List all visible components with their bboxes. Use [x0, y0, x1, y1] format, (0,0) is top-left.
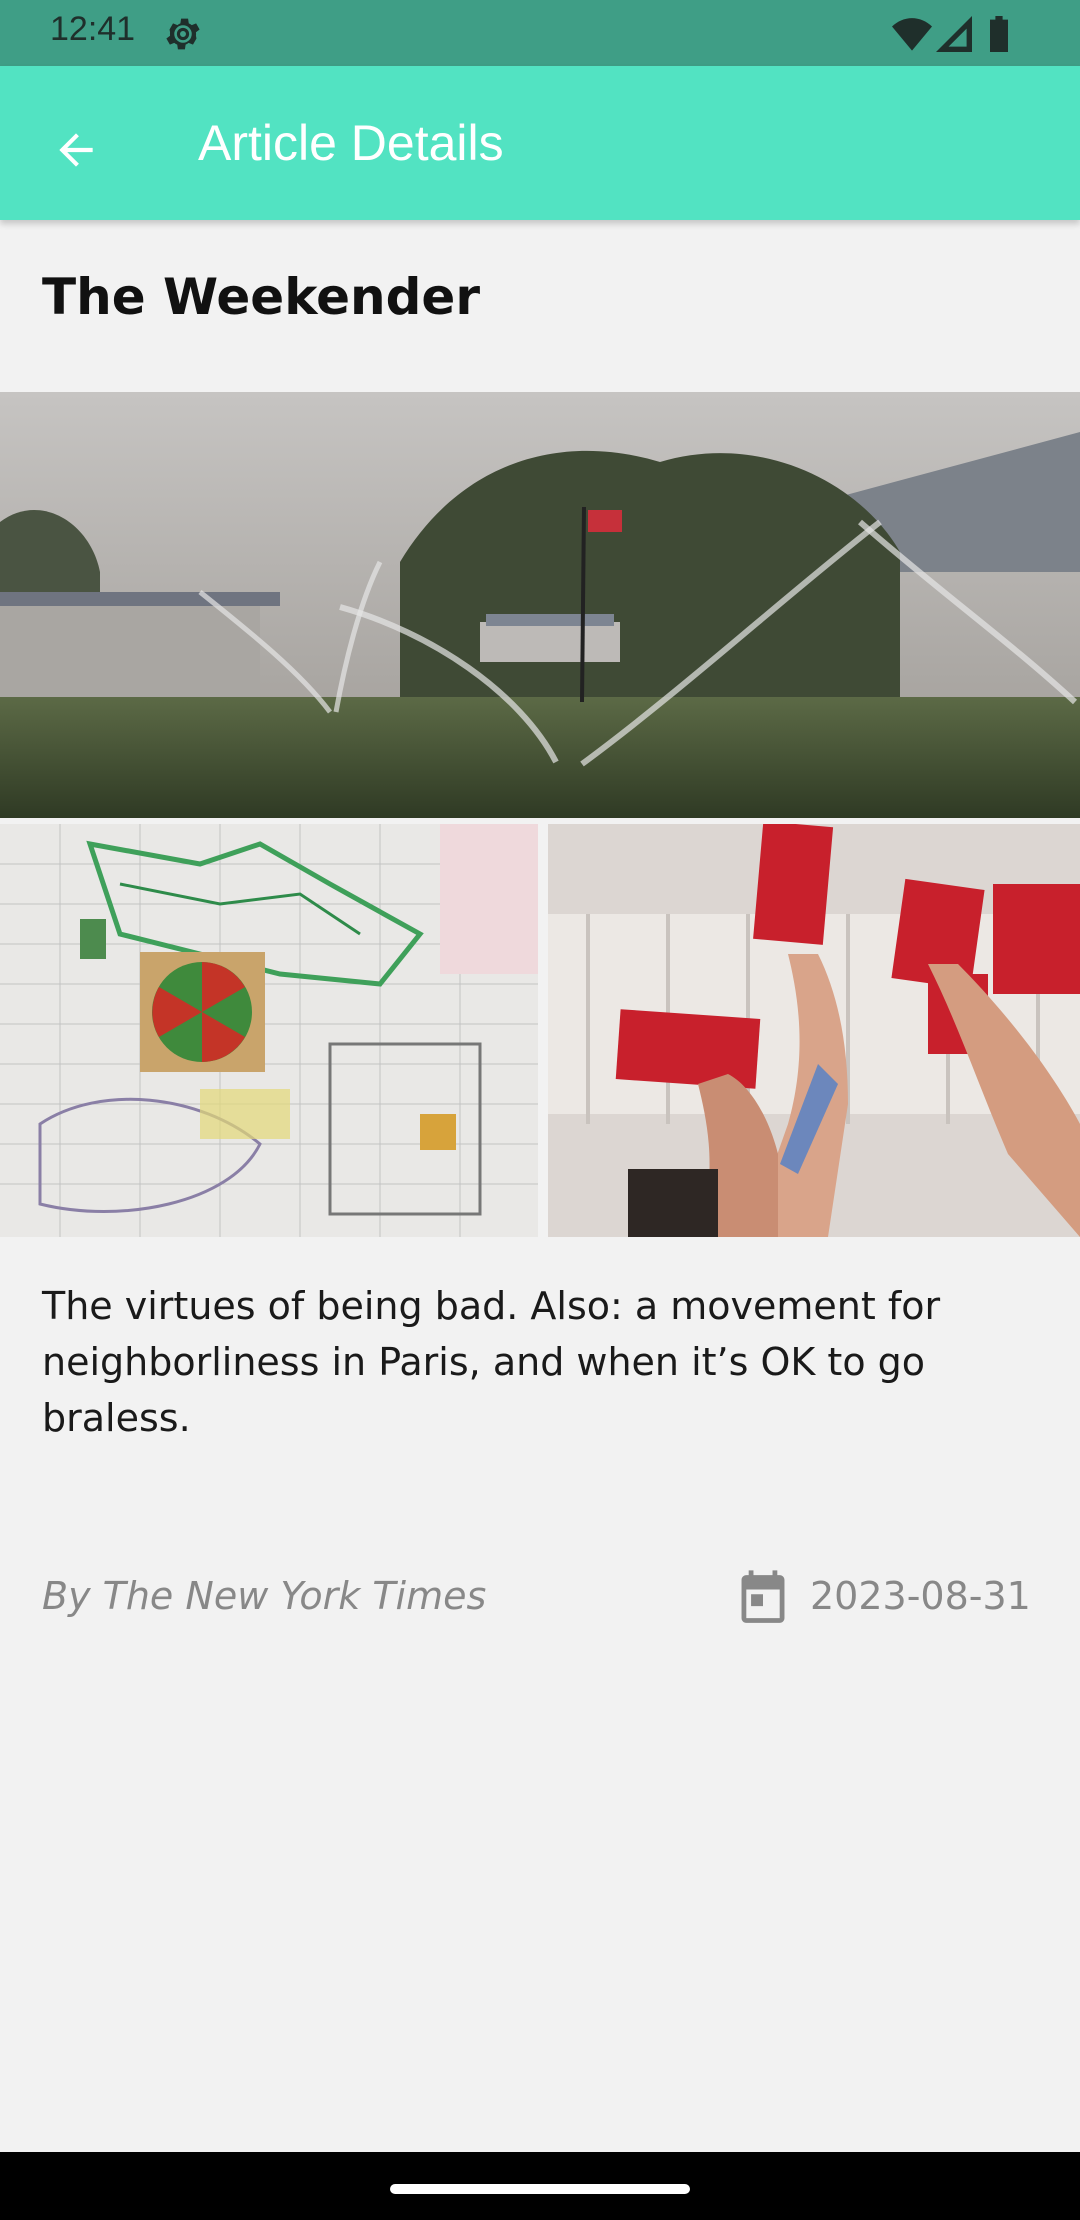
navigation-bar [0, 2152, 1080, 2220]
maps-collage-photo [0, 824, 538, 1237]
settings-gear-icon [166, 18, 200, 50]
article-title: The Weekender [42, 268, 480, 326]
article-summary: The virtues of being bad. Also: a moveme… [42, 1284, 941, 1440]
article-image [0, 392, 1080, 1237]
calendar-icon [741, 1570, 785, 1623]
signal-icon [936, 16, 972, 52]
battery-icon [990, 16, 1008, 52]
home-indicator[interactable] [390, 2184, 690, 2194]
golf-course-photo [0, 392, 1080, 818]
wifi-icon [892, 18, 932, 51]
status-time: 12:41 [50, 10, 136, 48]
back-button[interactable] [36, 110, 116, 190]
status-bar: 12:41 [0, 0, 1080, 66]
arrow-back-icon [59, 133, 93, 167]
article-date: 2023-08-31 [810, 1574, 1031, 1618]
protest-photo [548, 824, 1080, 1237]
app-bar: Article Details [0, 66, 1080, 220]
page-title: Article Details [198, 115, 504, 171]
article-byline: By The New York Times [42, 1574, 487, 1618]
